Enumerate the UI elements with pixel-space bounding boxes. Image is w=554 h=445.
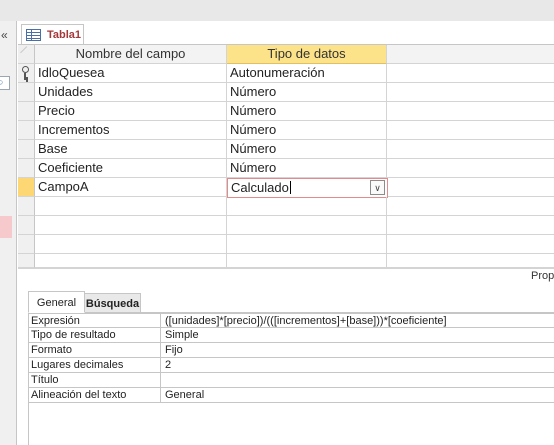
empty-row[interactable] [18, 254, 554, 268]
property-row[interactable]: Tipo de resultado Simple [29, 328, 554, 343]
data-type-combobox-value: Calculado [231, 180, 289, 195]
document-tab-label: Tabla1 [47, 29, 82, 41]
header-field-name: Nombre del campo [35, 45, 227, 64]
description-cell[interactable] [387, 102, 554, 121]
data-type-cell[interactable] [227, 235, 387, 254]
empty-row[interactable] [18, 235, 554, 254]
table-icon [26, 29, 41, 41]
row-selector[interactable] [18, 159, 35, 178]
search-icon: ○ [0, 77, 4, 87]
description-cell[interactable] [387, 140, 554, 159]
field-name-cell[interactable]: Unidades [35, 83, 227, 102]
data-type-cell[interactable] [227, 197, 387, 216]
property-key: Alineación del texto [29, 388, 161, 403]
description-cell[interactable] [387, 197, 554, 216]
property-value[interactable]: Fijo [161, 343, 554, 358]
header-data-type: Tipo de datos [227, 45, 387, 64]
data-type-cell[interactable]: Número [227, 83, 387, 102]
property-key: Título [29, 373, 161, 388]
description-cell[interactable] [387, 178, 554, 197]
description-cell[interactable] [387, 121, 554, 140]
data-type-cell[interactable]: Número [227, 159, 387, 178]
data-type-cell[interactable]: Autonumeración [227, 64, 387, 83]
ribbon-strip [0, 0, 554, 21]
property-key: Lugares decimales [29, 358, 161, 373]
empty-row[interactable] [18, 216, 554, 235]
row-selector[interactable] [18, 254, 35, 268]
data-type-cell[interactable]: Número [227, 102, 387, 121]
description-cell[interactable] [387, 216, 554, 235]
property-key: Expresión [29, 313, 161, 328]
select-all-corner[interactable] [18, 45, 35, 64]
property-row[interactable]: Lugares decimales 2 [29, 358, 554, 373]
field-name-cell[interactable]: CampoA [35, 178, 227, 197]
header-description [387, 45, 554, 64]
table-row[interactable]: Base Número [18, 140, 554, 159]
description-cell[interactable] [387, 254, 554, 268]
table-row-active[interactable]: CampoA Calculado ∨ [18, 178, 554, 198]
properties-table: Expresión ([unidades]*[precio])/(([incre… [28, 312, 554, 445]
table-row[interactable]: Incrementos Número [18, 121, 554, 140]
row-selector-active[interactable] [18, 178, 35, 197]
table-row[interactable]: Precio Número [18, 102, 554, 121]
grid-header: Nombre del campo Tipo de datos [18, 45, 554, 64]
data-type-cell[interactable]: Número [227, 140, 387, 159]
collapse-chevron-icon[interactable]: « [1, 29, 8, 41]
field-name-cell[interactable] [35, 216, 227, 235]
primary-key-icon [21, 66, 31, 80]
row-selector[interactable] [18, 102, 35, 121]
row-selector[interactable] [18, 140, 35, 159]
field-name-cell[interactable] [35, 235, 227, 254]
selected-nav-item[interactable] [0, 216, 12, 238]
data-type-cell[interactable] [227, 254, 387, 268]
property-value[interactable] [161, 373, 554, 388]
field-name-cell[interactable]: IdloQuesea [35, 64, 227, 83]
data-type-cell[interactable]: Número [227, 121, 387, 140]
field-properties-panel: General Búsqueda Expresión ([unidades]*[… [25, 291, 554, 445]
row-selector[interactable] [18, 216, 35, 235]
field-name-cell[interactable] [35, 254, 227, 268]
field-name-cell[interactable]: Base [35, 140, 227, 159]
data-type-cell[interactable] [227, 216, 387, 235]
property-key: Formato [29, 343, 161, 358]
property-value[interactable]: ([unidades]*[precio])/(([incrementos]+[b… [161, 313, 554, 328]
tab-general[interactable]: General [28, 291, 85, 313]
property-value[interactable]: General [161, 388, 554, 403]
property-row[interactable]: Expresión ([unidades]*[precio])/(([incre… [29, 313, 554, 328]
grid-splitter[interactable] [18, 268, 554, 269]
field-name-cell[interactable]: Coeficiente [35, 159, 227, 178]
description-cell[interactable] [387, 235, 554, 254]
field-name-cell[interactable]: Incrementos [35, 121, 227, 140]
description-cell[interactable] [387, 159, 554, 178]
row-selector[interactable] [18, 235, 35, 254]
navigation-pane: « ○ [0, 21, 17, 445]
table-row[interactable]: IdloQuesea Autonumeración [18, 64, 554, 83]
field-name-cell[interactable] [35, 197, 227, 216]
table-row[interactable]: Coeficiente Número [18, 159, 554, 178]
property-value[interactable]: 2 [161, 358, 554, 373]
field-name-cell[interactable]: Precio [35, 102, 227, 121]
chevron-down-icon[interactable]: ∨ [370, 180, 385, 195]
empty-row[interactable] [18, 197, 554, 216]
text-caret [289, 181, 291, 194]
property-key: Tipo de resultado [29, 328, 161, 343]
row-selector[interactable] [18, 64, 35, 83]
document-tab[interactable]: Tabla1 [21, 24, 84, 45]
row-selector[interactable] [18, 121, 35, 140]
property-row[interactable]: Formato Fijo [29, 343, 554, 358]
description-cell[interactable] [387, 83, 554, 102]
property-row[interactable]: Alineación del texto General [29, 388, 554, 403]
properties-label: Prop [531, 270, 554, 282]
description-cell[interactable] [387, 64, 554, 83]
tab-busqueda[interactable]: Búsqueda [85, 293, 141, 313]
row-selector[interactable] [18, 83, 35, 102]
row-selector[interactable] [18, 197, 35, 216]
property-value[interactable]: Simple [161, 328, 554, 343]
table-row[interactable]: Unidades Número [18, 83, 554, 102]
nav-search-box[interactable]: ○ [0, 76, 10, 90]
property-row[interactable]: Título [29, 373, 554, 388]
data-type-combobox[interactable]: Calculado ∨ [227, 178, 388, 198]
